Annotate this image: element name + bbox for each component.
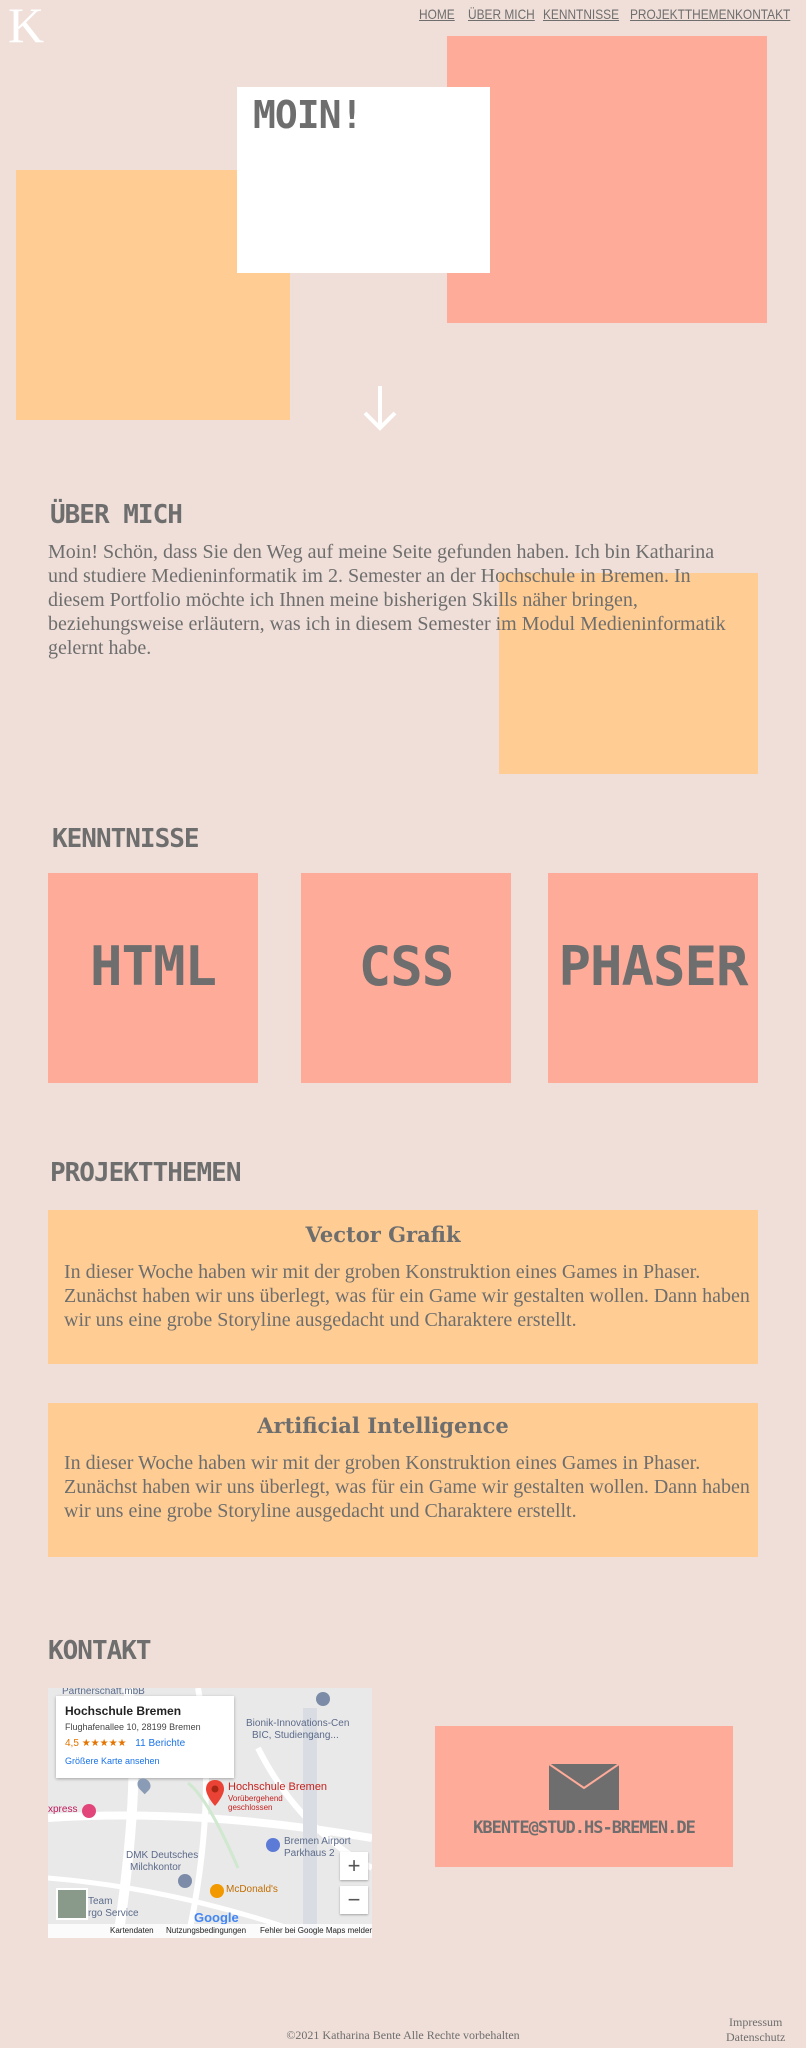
map-footer-link[interactable]: Nutzungsbedingungen [166,1926,246,1935]
email-contact-card[interactable]: KBENTE@STUD.HS-BREMEN.DE [435,1726,733,1867]
map-label: Bremen Airport [284,1836,351,1847]
map-label: Parkhaus 2 [284,1848,335,1859]
shop-icon [82,1804,96,1818]
envelope-icon [548,1763,620,1815]
arrow-down-icon[interactable] [362,384,398,432]
map-label: BIC, Studiengang... [252,1730,339,1741]
datenschutz-link[interactable]: Datenschutz [726,2030,785,2045]
map-place-card: Hochschule Bremen Flughafenallee 10, 281… [56,1696,234,1778]
hero-card: MOIN! [237,87,490,273]
map-pin-status: Vorübergehend [228,1794,283,1803]
restaurant-icon [210,1884,224,1898]
skill-card-css: CSS [301,873,511,1083]
map-label: Milchkontor [130,1862,182,1873]
map-rating: 4,5 ★★★★★ 11 Berichte [65,1738,185,1749]
zoom-in-button[interactable]: + [340,1852,368,1880]
map-label: xpress [48,1804,78,1815]
project-text: In dieser Woche haben wir mit der groben… [64,1261,750,1331]
map-pin-icon[interactable] [206,1780,224,1811]
map-footer-link[interactable]: Fehler bei Google Maps melden [260,1926,372,1935]
map-pin-status: geschlossen [228,1803,273,1812]
skill-card-phaser: PHASER [548,873,758,1083]
projects-title: PROJEKTTHEMEN [50,1158,241,1188]
google-map[interactable]: Partnerschaft.mbB Bionik-Innovations-Cen… [48,1688,372,1938]
project-title: Vector Grafik [305,1222,461,1247]
map-label: rgo Service [88,1908,139,1919]
nav-projektthemen[interactable]: PROJEKTTHEMEN [630,6,735,22]
hero-title: MOIN! [253,93,363,137]
parking-icon [266,1838,280,1852]
map-rating-value: 4,5 [65,1738,79,1749]
email-link[interactable]: KBENTE@STUD.HS-BREMEN.DE [435,1818,733,1838]
map-label: McDonald's [226,1884,278,1895]
skill-label: HTML [89,935,217,998]
map-address: Flughafenallee 10, 28199 Bremen [65,1722,201,1732]
map-place-name: Hochschule Bremen [65,1704,182,1718]
skills-title: KENNTNISSE [52,824,200,854]
about-title: ÜBER MICH [50,500,183,530]
impressum-link[interactable]: Impressum [729,2015,782,2030]
project-card: Artificial Intelligence In dieser Woche … [48,1403,758,1557]
contact-title: KONTAKT [48,1636,152,1666]
education-icon [316,1692,330,1706]
nav-home[interactable]: HOME [419,6,455,22]
zoom-out-button[interactable]: − [340,1886,368,1914]
about-text: Moin! Schön, dass Sie den Weg auf meine … [48,541,726,659]
nav-kontakt[interactable]: KONTAKT [735,6,790,22]
street-view-thumbnail[interactable] [56,1888,88,1920]
nav-ueber-mich[interactable]: ÜBER MICH [468,6,535,22]
map-label: Team [88,1896,113,1907]
nav-kenntnisse[interactable]: KENNTNISSE [543,6,619,22]
google-logo: Google [194,1910,239,1925]
map-label: Bionik-Innovations-Cen [246,1718,350,1729]
map-footer: Kartendaten Nutzungsbedingungen Fehler b… [48,1924,372,1938]
logo[interactable]: K [8,0,44,50]
project-title: Artificial Intelligence [257,1413,509,1438]
map-footer-link[interactable]: Kartendaten [110,1926,154,1935]
skill-card-html: HTML [48,873,258,1083]
office-icon [178,1874,192,1888]
skill-label: CSS [358,935,455,998]
project-text: In dieser Woche haben wir mit der groben… [64,1452,750,1522]
map-pin-label: Hochschule Bremen [228,1781,328,1793]
project-card: Vector Grafik In dieser Woche haben wir … [48,1210,758,1364]
map-label: DMK Deutsches [126,1850,199,1861]
skill-label: PHASER [558,935,748,998]
map-larger-link[interactable]: Größere Karte ansehen [65,1756,160,1766]
star-icons: ★★★★★ [81,1738,127,1749]
map-reviews-link[interactable]: 11 Berichte [135,1738,185,1749]
copyright: ©2021 Katharina Bente Alle Rechte vorbeh… [286,2028,520,2042]
hero-salmon-block [447,36,767,323]
